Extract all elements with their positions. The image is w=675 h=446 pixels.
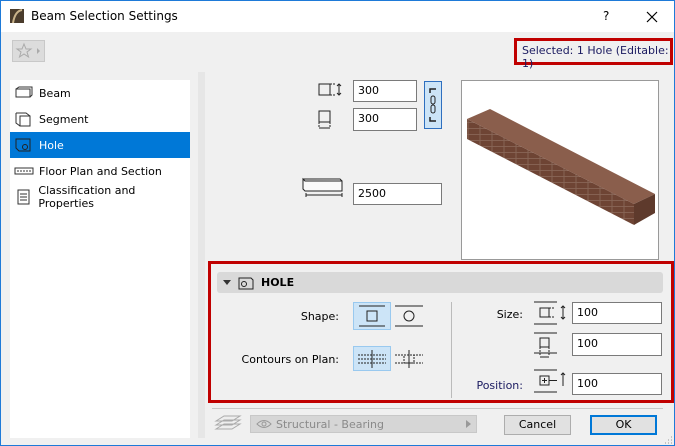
window-title: Beam Selection Settings: [31, 9, 178, 23]
favorites-button[interactable]: [12, 40, 45, 62]
dialog: Beam Selection Settings ? Selected: 1 Ho…: [0, 0, 675, 446]
chevron-right-icon: [466, 420, 471, 428]
size-position-icons: [534, 301, 566, 393]
beam-icon: [15, 86, 33, 98]
beam-length-icon: [302, 177, 343, 197]
sidebar-item-floor-plan[interactable]: Floor Plan and Section: [10, 158, 190, 184]
selection-status: Selected: 1 Hole (Editable: 1): [514, 38, 673, 70]
layers-icon: [214, 415, 242, 430]
title-bar: Beam Selection Settings ?: [1, 1, 674, 32]
contours-outline-icon: [395, 349, 423, 368]
star-icon: [15, 42, 40, 59]
footer-divider: [212, 408, 663, 409]
shape-label: Shape:: [300, 310, 339, 323]
sidebar-item-label: Hole: [39, 138, 64, 152]
floor-plan-icon: [14, 167, 34, 175]
hole-panel-header[interactable]: HOLE: [217, 272, 663, 293]
sidebar-item-segment[interactable]: Segment: [10, 106, 190, 132]
height-width-icons: [318, 83, 342, 129]
eye-icon: [256, 420, 272, 428]
ok-button[interactable]: OK: [590, 415, 657, 435]
sidebar-item-beam[interactable]: Beam: [10, 80, 190, 106]
sidebar-item-label: Floor Plan and Section: [39, 164, 162, 178]
position-label: Position:: [476, 379, 523, 392]
hole-size-width-input[interactable]: 100: [572, 333, 662, 356]
scrollbar[interactable]: [198, 72, 205, 438]
size-label: Size:: [496, 308, 523, 321]
shape-circular-button[interactable]: [393, 302, 425, 330]
sidebar-item-label: Classification and Properties: [38, 184, 136, 210]
beam-width-input[interactable]: 300: [353, 108, 417, 131]
layer-dropdown[interactable]: Structural - Bearing: [250, 415, 477, 433]
chain-link-icon: [429, 88, 436, 122]
hole-panel-title: HOLE: [261, 276, 295, 289]
contours-option-2-button[interactable]: [393, 346, 425, 371]
classification-icon: [17, 189, 30, 205]
circle-shape-icon: [395, 305, 423, 327]
beam-length-input[interactable]: 2500: [353, 183, 442, 205]
sidebar-item-classification[interactable]: Classification and Properties: [10, 184, 190, 210]
shape-rectangular-button[interactable]: [353, 302, 391, 330]
beam-height-input[interactable]: 300: [353, 80, 417, 102]
contours-dashed-icon: [358, 349, 386, 368]
hole-position-input[interactable]: 100: [572, 373, 662, 395]
contours-option-1-button[interactable]: [353, 346, 391, 371]
contours-label: Contours on Plan:: [241, 353, 339, 366]
hole-size-height-input[interactable]: 100: [572, 302, 662, 324]
cancel-button[interactable]: Cancel: [504, 415, 571, 435]
sidebar: Beam Segment Hole Floor Plan and Section…: [10, 80, 190, 438]
archicad-logo-icon: [10, 9, 24, 23]
link-dimensions-button[interactable]: [424, 81, 442, 129]
help-button[interactable]: ?: [603, 9, 609, 23]
hole-icon: [238, 277, 254, 289]
layer-name: Structural - Bearing: [276, 417, 384, 431]
sidebar-item-label: Beam: [39, 86, 71, 100]
resize-grip-icon[interactable]: [663, 435, 673, 445]
rectangle-shape-icon: [359, 305, 385, 327]
close-icon[interactable]: [646, 11, 658, 23]
brick-beam-preview: [467, 109, 655, 225]
hole-icon: [15, 138, 31, 152]
collapse-triangle-icon: [223, 279, 231, 285]
sidebar-item-label: Segment: [39, 112, 89, 126]
sidebar-item-hole[interactable]: Hole: [10, 132, 190, 158]
divider: [451, 302, 452, 398]
3d-preview: [461, 80, 659, 260]
segment-icon: [15, 112, 31, 127]
